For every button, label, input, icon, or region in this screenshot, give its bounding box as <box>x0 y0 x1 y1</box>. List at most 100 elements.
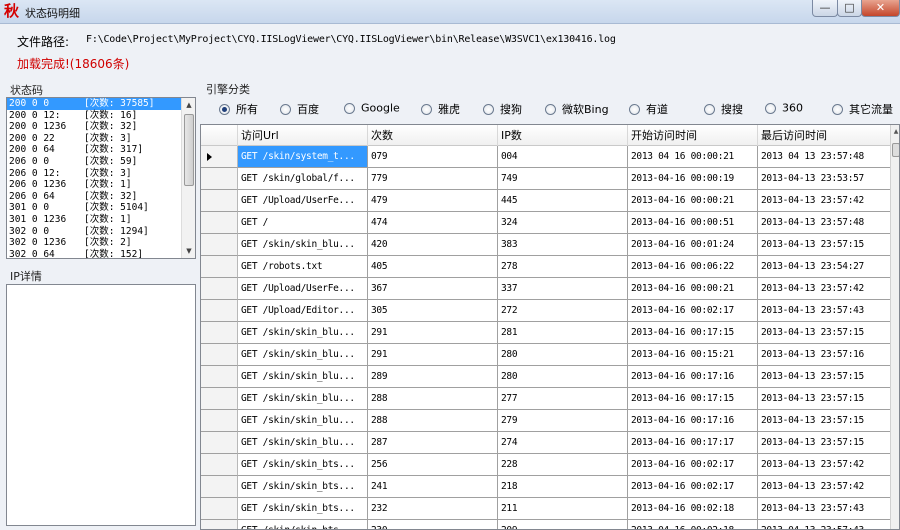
url-data-grid[interactable]: 访问Url 次数 IP数 开始访问时间 最后访问时间 GET /skin/system_… <box>200 124 900 530</box>
table-cell[interactable]: 2013-04-16 00:01:24 <box>628 234 758 256</box>
table-cell[interactable]: 2013-04-16 00:06:22 <box>628 256 758 278</box>
table-cell[interactable]: 2013-04-13 23:57:15 <box>758 432 891 454</box>
radio-circle-icon[interactable] <box>832 103 843 115</box>
table-cell[interactable]: 2013-04-16 00:17:15 <box>628 322 758 344</box>
minimize-button[interactable]: — <box>812 0 838 17</box>
table-cell[interactable]: 2013-04-13 23:57:42 <box>758 278 891 300</box>
status-code-item[interactable]: 206 0 12: [次数: 3] <box>7 168 183 180</box>
table-cell[interactable]: 2013 04 16 00:00:21 <box>628 146 758 168</box>
table-cell[interactable]: 079 <box>368 146 498 168</box>
radio-circle-icon[interactable] <box>545 103 556 115</box>
engine-radio-option[interactable]: 有道 <box>629 101 668 117</box>
status-code-item[interactable]: 200 0 1236 [次数: 32] <box>7 121 183 133</box>
table-cell[interactable]: 2013-04-16 00:17:16 <box>628 366 758 388</box>
status-code-item[interactable]: 206 0 0 [次数: 59] <box>7 156 183 168</box>
table-cell[interactable]: GET /skin/skin_bts... <box>238 520 368 529</box>
radio-circle-icon[interactable] <box>280 103 291 115</box>
table-cell[interactable]: 2013-04-13 23:57:42 <box>758 190 891 212</box>
status-code-item[interactable]: 200 0 64 [次数: 317] <box>7 144 183 156</box>
table-cell[interactable]: 2013-04-13 23:57:42 <box>758 476 891 498</box>
table-cell[interactable]: 289 <box>368 366 498 388</box>
table-cell[interactable]: 2013-04-13 23:53:57 <box>758 168 891 190</box>
table-row[interactable]: GET /skin/skin_blu... 287 274 2013-04-16 00… <box>201 432 891 454</box>
table-cell[interactable]: GET /skin/system_t... <box>238 146 368 168</box>
table-row[interactable]: GET /Upload/UserFe... 367 337 2013-04-16 00… <box>201 278 891 300</box>
column-header[interactable]: 次数 <box>368 125 498 146</box>
table-row[interactable]: GET /skin/skin_bts... 256 228 2013-04-16 00… <box>201 454 891 476</box>
table-cell[interactable]: 2013-04-13 23:57:43 <box>758 498 891 520</box>
table-cell[interactable]: 2013-04-16 00:02:18 <box>628 498 758 520</box>
scroll-up-icon[interactable]: ▲ <box>182 98 195 112</box>
table-cell[interactable]: 232 <box>368 498 498 520</box>
table-cell[interactable]: 2013-04-13 23:57:16 <box>758 344 891 366</box>
table-row[interactable]: GET /skin/skin_blu... 291 281 2013-04-16 00… <box>201 322 891 344</box>
radio-circle-icon[interactable] <box>704 103 715 115</box>
table-cell[interactable]: 337 <box>498 278 628 300</box>
row-header[interactable] <box>201 520 238 529</box>
radio-circle-icon[interactable] <box>765 102 776 114</box>
table-cell[interactable]: GET /skin/skin_blu... <box>238 234 368 256</box>
radio-circle-icon[interactable] <box>219 103 230 115</box>
table-cell[interactable]: 2013-04-16 00:02:17 <box>628 454 758 476</box>
table-cell[interactable]: 004 <box>498 146 628 168</box>
radio-circle-icon[interactable] <box>421 103 432 115</box>
table-row[interactable]: GET /robots.txt 405 278 2013-04-16 00:06:22… <box>201 256 891 278</box>
table-cell[interactable]: 2013-04-16 00:02:17 <box>628 476 758 498</box>
scroll-down-icon[interactable]: ▼ <box>182 244 195 258</box>
table-row[interactable]: GET /skin/skin_bts...2302092013-04-16 00… <box>201 520 891 529</box>
column-header[interactable]: 最后访问时间 <box>758 125 891 146</box>
table-cell[interactable]: 287 <box>368 432 498 454</box>
table-cell[interactable]: 2013-04-16 00:17:15 <box>628 388 758 410</box>
row-header[interactable] <box>201 278 238 300</box>
engine-radio-option[interactable]: 微软Bing <box>545 101 609 117</box>
table-cell[interactable]: 2013-04-16 00:17:16 <box>628 410 758 432</box>
table-cell[interactable]: 324 <box>498 212 628 234</box>
status-code-list[interactable]: 200 0 0 [次数: 37585] 200 0 12: [次数: 16] 200 0… <box>6 97 196 259</box>
table-row[interactable]: GET /skin/skin_bts... 241 218 2013-04-16 00… <box>201 476 891 498</box>
table-cell[interactable]: GET /Upload/UserFe... <box>238 190 368 212</box>
column-header[interactable]: IP数 <box>498 125 628 146</box>
engine-radio-option[interactable]: 百度 <box>280 101 319 117</box>
table-cell[interactable]: 291 <box>368 322 498 344</box>
engine-radio-option[interactable]: 360 <box>765 101 803 117</box>
table-cell[interactable]: 228 <box>498 454 628 476</box>
table-cell[interactable]: 2013-04-13 23:57:15 <box>758 234 891 256</box>
row-header[interactable] <box>201 190 238 212</box>
table-cell[interactable]: 2013-04-16 00:02:17 <box>628 300 758 322</box>
row-header[interactable] <box>201 454 238 476</box>
engine-radio-option[interactable]: 所有 <box>219 101 258 117</box>
table-cell[interactable]: 256 <box>368 454 498 476</box>
table-cell[interactable]: 2013-04-16 00:02:18 <box>628 520 758 529</box>
table-row[interactable]: GET /skin/global/f... 779 749 2013-04-16 00… <box>201 168 891 190</box>
radio-circle-icon[interactable] <box>344 102 355 114</box>
table-row[interactable]: GET /skin/system_t... 079 004 2013 04 16 00… <box>201 146 891 168</box>
table-cell[interactable]: GET /Upload/UserFe... <box>238 278 368 300</box>
table-cell[interactable]: 211 <box>498 498 628 520</box>
row-header[interactable] <box>201 256 238 278</box>
status-code-item[interactable]: 200 0 22 [次数: 3] <box>7 133 183 145</box>
table-cell[interactable]: 2013-04-13 23:57:43 <box>758 520 891 529</box>
maximize-button[interactable]: □ <box>837 0 862 17</box>
table-cell[interactable]: 2013-04-13 23:54:27 <box>758 256 891 278</box>
engine-radio-option[interactable]: 搜搜 <box>704 101 743 117</box>
grid-scroll-up-icon[interactable]: ▲ <box>891 125 899 139</box>
table-cell[interactable]: GET /skin/skin_blu... <box>238 388 368 410</box>
table-cell[interactable]: GET / <box>238 212 368 234</box>
engine-radio-option[interactable]: Google <box>344 101 400 117</box>
row-header[interactable] <box>201 388 238 410</box>
table-cell[interactable]: 2013 04 13 23:57:48 <box>758 146 891 168</box>
table-cell[interactable]: 218 <box>498 476 628 498</box>
engine-radio-option[interactable]: 雅虎 <box>421 101 460 117</box>
table-cell[interactable]: 420 <box>368 234 498 256</box>
table-cell[interactable]: 274 <box>498 432 628 454</box>
engine-radio-option[interactable]: 搜狗 <box>483 101 522 117</box>
row-header[interactable] <box>201 212 238 234</box>
table-cell[interactable]: GET /skin/skin_blu... <box>238 344 368 366</box>
table-cell[interactable]: GET /Upload/Editor... <box>238 300 368 322</box>
grid-scrollbar[interactable]: ▲ <box>890 125 899 529</box>
ip-detail-box[interactable] <box>6 284 196 526</box>
row-header[interactable] <box>201 476 238 498</box>
table-cell[interactable]: 2013-04-16 00:00:21 <box>628 278 758 300</box>
row-header[interactable] <box>201 432 238 454</box>
table-cell[interactable]: 367 <box>368 278 498 300</box>
